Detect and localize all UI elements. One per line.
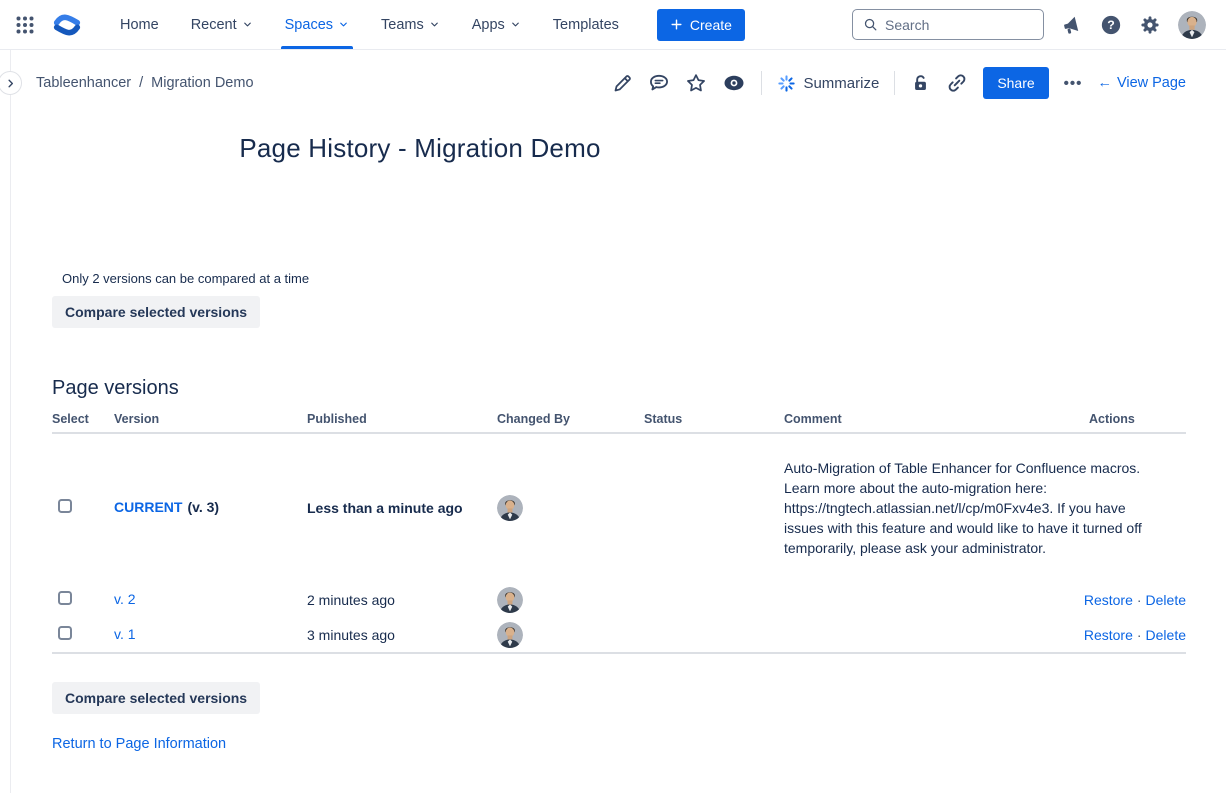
- search-box: [852, 9, 1044, 40]
- table-row-v2: v. 2 2 minutes ago Restore: [52, 582, 1186, 618]
- actions-cell: Restore·Delete: [1083, 592, 1186, 608]
- published-time: 3 minutes ago: [307, 627, 497, 643]
- confluence-logo-icon[interactable]: [52, 10, 82, 40]
- page-versions-heading: Page versions: [52, 377, 179, 400]
- delete-link[interactable]: Delete: [1146, 627, 1186, 643]
- sidebar-divider: [10, 50, 11, 793]
- return-to-page-information-link[interactable]: Return to Page Information: [52, 736, 226, 752]
- column-header-comment: Comment: [784, 412, 1083, 426]
- toolbar-divider: [894, 71, 895, 95]
- changed-by-avatar[interactable]: [497, 622, 523, 648]
- topnav-left: Home Recent Spaces Teams: [12, 0, 745, 49]
- compare-selected-versions-button-bottom[interactable]: Compare selected versions: [52, 682, 260, 714]
- nav-item-home[interactable]: Home: [116, 0, 163, 49]
- breadcrumb-page-link[interactable]: Migration Demo: [151, 75, 253, 91]
- svg-text:?: ?: [1107, 18, 1115, 32]
- star-icon[interactable]: [685, 72, 707, 94]
- summarize-button[interactable]: Summarize: [777, 74, 879, 93]
- more-actions-icon[interactable]: •••: [1064, 75, 1083, 92]
- settings-gear-icon[interactable]: [1139, 14, 1161, 36]
- edit-pencil-icon[interactable]: [612, 73, 633, 94]
- compare-selected-versions-button-top[interactable]: Compare selected versions: [52, 296, 260, 328]
- delete-link[interactable]: Delete: [1146, 592, 1186, 608]
- app-switcher-icon[interactable]: [12, 12, 38, 38]
- version-checkbox[interactable]: [58, 499, 72, 513]
- nav-item-templates[interactable]: Templates: [549, 0, 623, 49]
- nav-item-apps[interactable]: Apps: [468, 0, 525, 49]
- unlock-icon[interactable]: [910, 73, 931, 94]
- nav-item-label: Spaces: [285, 17, 333, 33]
- plus-icon: [670, 18, 683, 31]
- published-time: 2 minutes ago: [307, 592, 497, 608]
- changed-by-avatar[interactable]: [497, 587, 523, 613]
- column-header-actions: Actions: [1083, 412, 1186, 426]
- create-button-label: Create: [690, 17, 732, 33]
- version-link[interactable]: v. 2: [114, 591, 136, 607]
- actions-separator: ·: [1137, 627, 1142, 643]
- page-toolbar: Tableenhancer / Migration Demo: [36, 58, 1186, 108]
- chevron-down-icon: [510, 19, 521, 30]
- feedback-megaphone-icon[interactable]: [1061, 14, 1083, 36]
- watch-eye-icon[interactable]: [722, 71, 746, 95]
- chevron-down-icon: [429, 19, 440, 30]
- column-header-status: Status: [644, 412, 784, 426]
- compare-note: Only 2 versions can be compared at a tim…: [62, 271, 309, 286]
- ai-sparkle-icon: [777, 74, 796, 93]
- back-arrow-icon: ←: [1097, 75, 1112, 91]
- copy-link-icon[interactable]: [946, 72, 968, 94]
- actions-separator: ·: [1137, 592, 1142, 608]
- restore-link[interactable]: Restore: [1084, 592, 1133, 608]
- summarize-label: Summarize: [803, 75, 879, 92]
- nav-item-recent[interactable]: Recent: [187, 0, 257, 49]
- search-icon: [863, 17, 878, 32]
- nav-item-label: Recent: [191, 17, 237, 33]
- restore-link[interactable]: Restore: [1084, 627, 1133, 643]
- nav-item-label: Teams: [381, 17, 424, 33]
- column-header-version: Version: [114, 412, 307, 426]
- topnav-right: ?: [852, 9, 1206, 40]
- page-versions-table: Select Version Published Changed By Stat…: [52, 406, 1186, 654]
- published-time: Less than a minute ago: [307, 500, 497, 516]
- breadcrumb-space-link[interactable]: Tableenhancer: [36, 75, 131, 91]
- create-button[interactable]: Create: [657, 9, 745, 41]
- version-checkbox[interactable]: [58, 626, 72, 640]
- nav-item-teams[interactable]: Teams: [377, 0, 444, 49]
- nav-item-label: Apps: [472, 17, 505, 33]
- user-avatar[interactable]: [1178, 11, 1206, 39]
- version-checkbox[interactable]: [58, 591, 72, 605]
- breadcrumb-separator: /: [139, 75, 143, 91]
- page-tools: Summarize Share ••• ←: [612, 67, 1186, 99]
- search-input[interactable]: [885, 17, 1033, 33]
- page-history-screen: Home Recent Spaces Teams: [0, 0, 1226, 793]
- chevron-down-icon: [242, 19, 253, 30]
- chevron-down-icon: [338, 19, 349, 30]
- nav-item-label: Templates: [553, 17, 619, 33]
- share-button[interactable]: Share: [983, 67, 1048, 99]
- comments-icon[interactable]: [648, 72, 670, 94]
- toolbar-divider: [761, 71, 762, 95]
- actions-cell: Restore·Delete: [1083, 627, 1186, 643]
- changed-by-avatar[interactable]: [497, 495, 523, 521]
- top-navigation-bar: Home Recent Spaces Teams: [0, 0, 1226, 50]
- expand-sidebar-button[interactable]: [0, 71, 22, 95]
- version-number-label: (v. 3): [187, 499, 219, 515]
- page-title: Page History - Migration Demo: [52, 133, 788, 164]
- view-page-label: View Page: [1117, 75, 1186, 91]
- column-header-changed-by: Changed By: [497, 412, 644, 426]
- view-page-link[interactable]: ← View Page: [1097, 75, 1186, 91]
- column-header-published: Published: [307, 412, 497, 426]
- breadcrumb: Tableenhancer / Migration Demo: [36, 75, 254, 91]
- column-header-select: Select: [52, 412, 114, 426]
- help-icon[interactable]: ?: [1100, 14, 1122, 36]
- current-version-link[interactable]: CURRENT: [114, 499, 182, 515]
- version-comment: Auto-Migration of Table Enhancer for Con…: [784, 450, 1156, 566]
- version-link[interactable]: v. 1: [114, 626, 136, 642]
- primary-nav: Home Recent Spaces Teams: [104, 0, 635, 49]
- table-row-v1: v. 1 3 minutes ago Restore: [52, 618, 1186, 654]
- nav-item-label: Home: [120, 17, 159, 33]
- nav-item-spaces[interactable]: Spaces: [281, 0, 353, 49]
- table-header-row: Select Version Published Changed By Stat…: [52, 406, 1186, 434]
- table-row-current: CURRENT (v. 3) Less than a minute ago Aut…: [52, 434, 1186, 582]
